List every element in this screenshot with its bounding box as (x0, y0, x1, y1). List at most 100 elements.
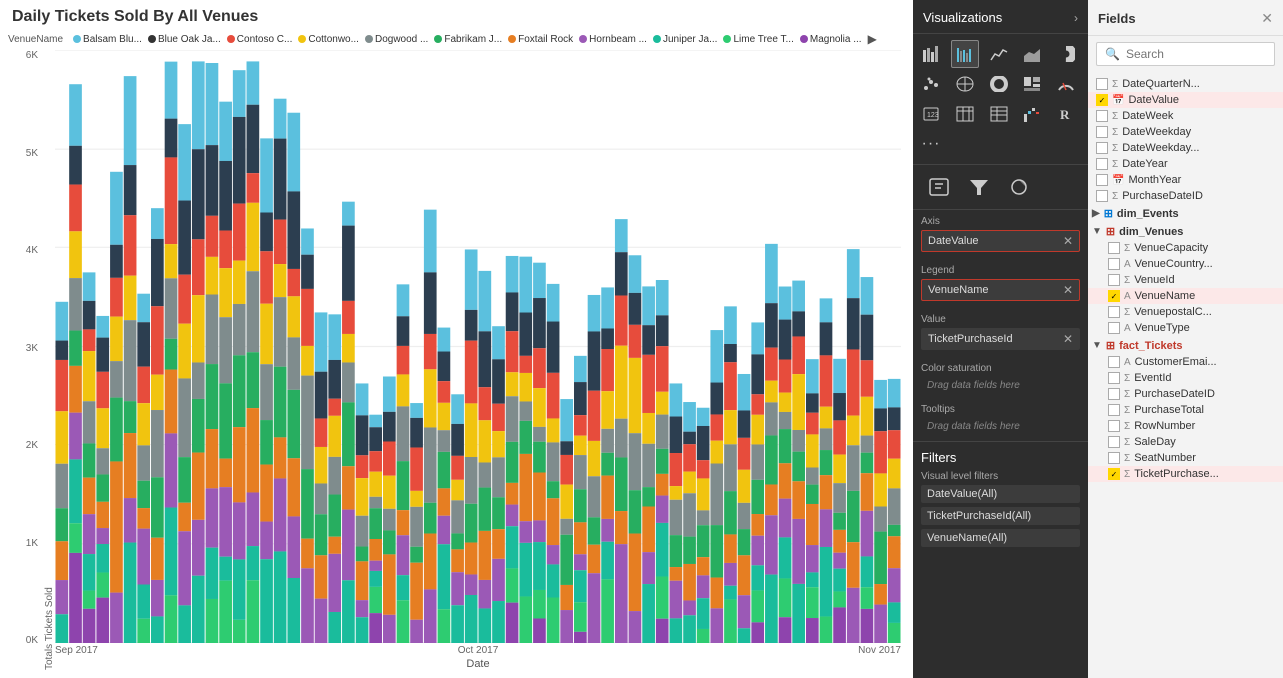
field-checkbox-monthyear[interactable] (1096, 174, 1108, 186)
viz-icon-gauge[interactable] (1052, 70, 1080, 98)
legend-item-2: Contoso C... (227, 34, 293, 45)
field-checkbox-venuepostal[interactable] (1108, 306, 1120, 318)
field-item-dateweek[interactable]: Σ DateWeek (1088, 108, 1283, 124)
field-item-dateweekday2[interactable]: Σ DateWeekday... (1088, 140, 1283, 156)
field-name-seatnumber: SeatNumber (1134, 452, 1275, 464)
viz-icon-r[interactable]: R (1052, 100, 1080, 128)
field-checkbox-purchasetotal[interactable] (1108, 404, 1120, 416)
filter-venuename[interactable]: VenueName(All) (921, 529, 1080, 547)
axis-remove-btn[interactable]: ✕ (1063, 234, 1073, 248)
chevron-down-icon-dim-venues: ▼ (1092, 226, 1102, 237)
field-item-datequartern[interactable]: Σ DateQuarterN... (1088, 76, 1283, 92)
sigma-icon-purchasetotal: Σ (1124, 405, 1130, 416)
value-remove-btn[interactable]: ✕ (1063, 332, 1073, 346)
field-item-purchasedateid2[interactable]: Σ PurchaseDateID (1088, 386, 1283, 402)
field-checkbox-dateweekday[interactable] (1096, 126, 1108, 138)
sigma-icon-dateweekday2: Σ (1112, 143, 1118, 154)
fields-search-input[interactable] (1126, 47, 1281, 61)
field-item-purchasedateid[interactable]: Σ PurchaseDateID (1088, 188, 1283, 204)
viz-icon-stacked-bar[interactable] (917, 40, 945, 68)
table-icon-dim-events: ⊞ (1104, 207, 1113, 220)
viz-icon-matrix[interactable] (985, 100, 1013, 128)
tooltips-label: Tooltips (921, 404, 1080, 415)
value-label: Value (921, 314, 1080, 325)
fields-close-btn[interactable]: ✕ (1261, 10, 1273, 27)
field-item-venuename[interactable]: ✓ A VenueName (1088, 288, 1283, 304)
field-checkbox-rownumber[interactable] (1108, 420, 1120, 432)
table-icon-fact-tickets: ⊞ (1106, 339, 1115, 352)
field-group-dim-events[interactable]: ▶ ⊞ dim_Events (1088, 204, 1283, 222)
field-item-venuetype[interactable]: A VenueType (1088, 320, 1283, 336)
viz-icon-more[interactable]: ··· (917, 130, 945, 158)
viz-filter-icon[interactable] (963, 173, 995, 201)
field-checkbox-datequartern[interactable] (1096, 78, 1108, 90)
filter-ticketpurchaseid-text: TicketPurchaseId(All) (927, 510, 1031, 522)
field-checkbox-ticketpurchase[interactable]: ✓ (1108, 468, 1120, 480)
filter-ticketpurchaseid[interactable]: TicketPurchaseId(All) (921, 507, 1080, 525)
viz-icon-scatter[interactable] (917, 70, 945, 98)
field-checkbox-venuecapacity[interactable] (1108, 242, 1120, 254)
viz-icon-donut[interactable] (985, 70, 1013, 98)
fields-search-box[interactable]: 🔍 (1096, 42, 1275, 66)
field-checkbox-purchasedateid2[interactable] (1108, 388, 1120, 400)
viz-analytics-icon[interactable] (1003, 173, 1035, 201)
field-checkbox-venueid[interactable] (1108, 274, 1120, 286)
field-item-rownumber[interactable]: Σ RowNumber (1088, 418, 1283, 434)
viz-icon-area[interactable] (1018, 40, 1046, 68)
viz-icon-pie[interactable] (1052, 40, 1080, 68)
field-checkbox-dateweekday2[interactable] (1096, 142, 1108, 154)
field-name-purchasetotal: PurchaseTotal (1134, 404, 1275, 416)
field-checkbox-venuetype[interactable] (1108, 322, 1120, 334)
field-item-purchasetotal[interactable]: Σ PurchaseTotal (1088, 402, 1283, 418)
viz-icon-table[interactable] (951, 100, 979, 128)
viz-expand-btn[interactable]: › (1074, 11, 1078, 25)
value-tag[interactable]: TicketPurchaseId ✕ (921, 328, 1080, 350)
field-checkbox-venuename[interactable]: ✓ (1108, 290, 1120, 302)
field-item-dateyear[interactable]: Σ DateYear (1088, 156, 1283, 172)
viz-format-icon[interactable] (923, 173, 955, 201)
legend-more-btn[interactable]: ▶ (868, 32, 877, 46)
field-item-saleday[interactable]: Σ SaleDay (1088, 434, 1283, 450)
field-item-seatnumber[interactable]: Σ SeatNumber (1088, 450, 1283, 466)
sigma-icon-seatnumber: Σ (1124, 453, 1130, 464)
viz-icon-treemap[interactable] (1018, 70, 1046, 98)
legend-item-4: Dogwood ... (365, 34, 428, 45)
filter-datevalue[interactable]: DateValue(All) (921, 485, 1080, 503)
legend-item-7: Hornbeam ... (579, 34, 647, 45)
legend-remove-btn[interactable]: ✕ (1063, 283, 1073, 297)
field-item-eventid[interactable]: Σ EventId (1088, 370, 1283, 386)
field-item-datevalue[interactable]: ✓ 📅 DateValue (1088, 92, 1283, 108)
axis-tag[interactable]: DateValue ✕ (921, 230, 1080, 252)
field-checkbox-dateyear[interactable] (1096, 158, 1108, 170)
legend-dot-5 (434, 35, 442, 43)
field-item-dateweekday[interactable]: Σ DateWeekday (1088, 124, 1283, 140)
field-item-venueid[interactable]: Σ VenueId (1088, 272, 1283, 288)
sigma-icon-venueid: Σ (1124, 275, 1130, 286)
field-item-monthyear[interactable]: 📅 MonthYear (1088, 172, 1283, 188)
field-checkbox-seatnumber[interactable] (1108, 452, 1120, 464)
field-group-dim-venues[interactable]: ▼ ⊞ dim_Venues (1088, 222, 1283, 240)
field-item-customeremail[interactable]: A CustomerEmai... (1088, 354, 1283, 370)
field-checkbox-customeremail[interactable] (1108, 356, 1120, 368)
field-checkbox-purchasedateid[interactable] (1096, 190, 1108, 202)
legend-tag[interactable]: VenueName ✕ (921, 279, 1080, 301)
color-saturation-section: Color saturation Drag data fields here (913, 357, 1088, 398)
viz-icon-clustered-bar[interactable] (951, 40, 979, 68)
viz-icon-card[interactable]: 123 (917, 100, 945, 128)
field-item-venuecountry[interactable]: A VenueCountry... (1088, 256, 1283, 272)
calendar-icon-datevalue: 📅 (1112, 95, 1124, 106)
field-checkbox-dateweek[interactable] (1096, 110, 1108, 122)
field-checkbox-datevalue[interactable]: ✓ (1096, 94, 1108, 106)
field-name-datevalue: DateValue (1128, 94, 1275, 106)
field-checkbox-venuecountry[interactable] (1108, 258, 1120, 270)
field-checkbox-saleday[interactable] (1108, 436, 1120, 448)
y-axis-title: Totals Tickets Sold (44, 50, 55, 670)
viz-icon-line[interactable] (985, 40, 1013, 68)
field-item-ticketpurchase[interactable]: ✓ Σ TicketPurchase... (1088, 466, 1283, 482)
field-group-fact-tickets[interactable]: ▼ ⊞ fact_Tickets (1088, 336, 1283, 354)
viz-icon-waterfall[interactable] (1018, 100, 1046, 128)
field-item-venuepostal[interactable]: Σ VenuepostalC... (1088, 304, 1283, 320)
field-checkbox-eventid[interactable] (1108, 372, 1120, 384)
field-item-venuecapacity[interactable]: Σ VenueCapacity (1088, 240, 1283, 256)
viz-icon-map[interactable] (951, 70, 979, 98)
